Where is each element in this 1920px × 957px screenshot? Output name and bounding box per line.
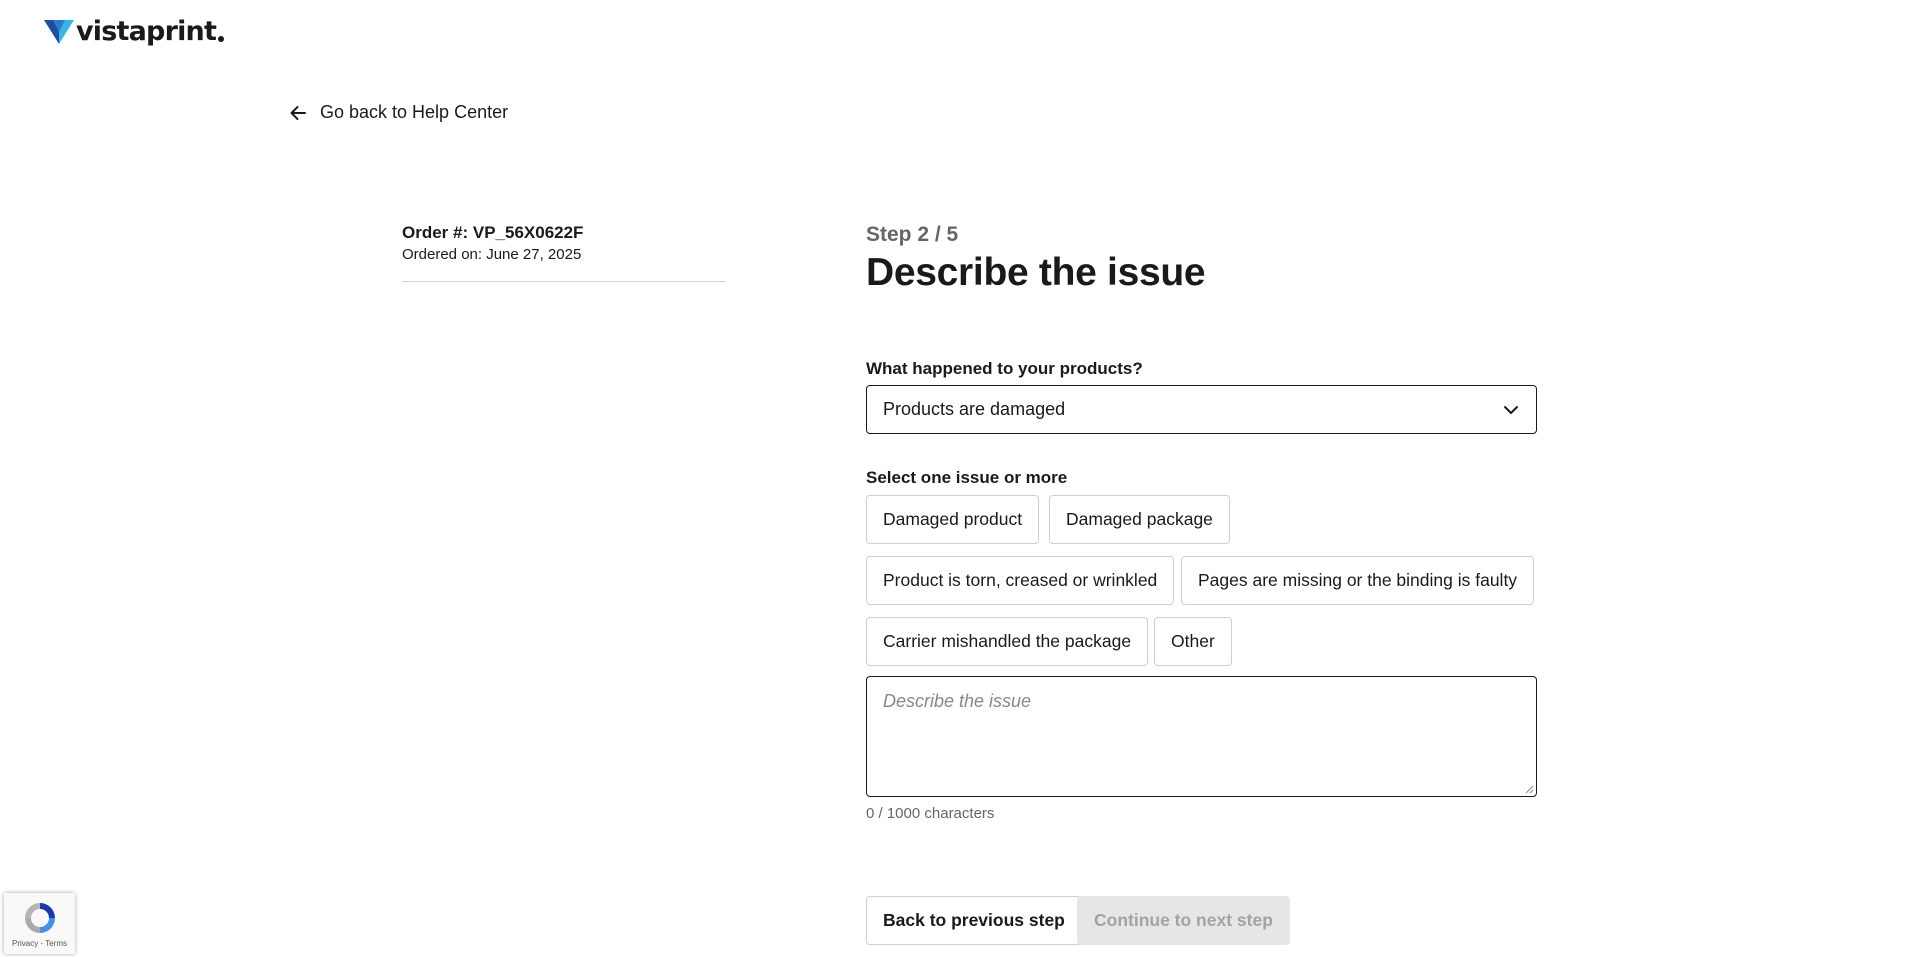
- character-count: 0 / 1000 characters: [866, 805, 995, 822]
- textarea-placeholder: Describe the issue: [883, 691, 1032, 711]
- issues-label: Select one issue or more: [866, 468, 1068, 487]
- order-divider: [402, 281, 725, 282]
- arrow-left-icon: [290, 105, 306, 120]
- issue-chip-torn-creased-wrinkled[interactable]: Product is torn, creased or wrinkled: [866, 556, 1175, 605]
- continue-to-next-step-button[interactable]: Continue to next step: [1077, 896, 1290, 945]
- issue-chip-pages-missing-binding[interactable]: Pages are missing or the binding is faul…: [1181, 556, 1535, 605]
- describe-issue-textarea[interactable]: Describe the issue: [866, 676, 1537, 797]
- order-number: Order #: VP_56X0622F: [402, 223, 584, 242]
- resize-grip-icon[interactable]: [1524, 784, 1534, 794]
- recaptcha-badge[interactable]: Privacy - Terms: [4, 893, 75, 954]
- go-back-label: Go back to Help Center: [320, 102, 509, 122]
- vistaprint-logo-icon: [44, 19, 74, 44]
- describe-issue-form: Step 2 / 5 Describe the issue What happe…: [866, 222, 1538, 945]
- issue-chip-carrier-mishandled[interactable]: Carrier mishandled the package: [866, 617, 1149, 666]
- question-label: What happened to your products?: [866, 359, 1143, 378]
- recaptcha-logo-icon: [24, 903, 55, 933]
- select-value: Products are damaged: [883, 399, 1066, 419]
- problem-type-select[interactable]: Products are damaged: [866, 385, 1537, 434]
- order-summary: Order #: VP_56X0622F Ordered on: June 27…: [402, 222, 725, 282]
- issue-chip-damaged-package[interactable]: Damaged package: [1049, 495, 1230, 544]
- issue-chip-damaged-product[interactable]: Damaged product: [866, 495, 1040, 544]
- page-title: Describe the issue: [866, 251, 1206, 294]
- go-back-to-help-center-link[interactable]: Go back to Help Center: [288, 102, 508, 123]
- back-to-previous-step-button[interactable]: Back to previous step: [866, 896, 1082, 945]
- issue-chip-other[interactable]: Other: [1154, 617, 1232, 666]
- vistaprint-logo[interactable]: vistaprint: [44, 16, 225, 47]
- recaptcha-links[interactable]: Privacy - Terms: [12, 939, 67, 948]
- chevron-down-icon: [1504, 405, 1518, 414]
- logo-text: vistaprint: [76, 16, 217, 47]
- step-indicator: Step 2 / 5: [866, 223, 959, 246]
- order-date: Ordered on: June 27, 2025: [402, 246, 582, 263]
- logo-dot: [218, 35, 225, 42]
